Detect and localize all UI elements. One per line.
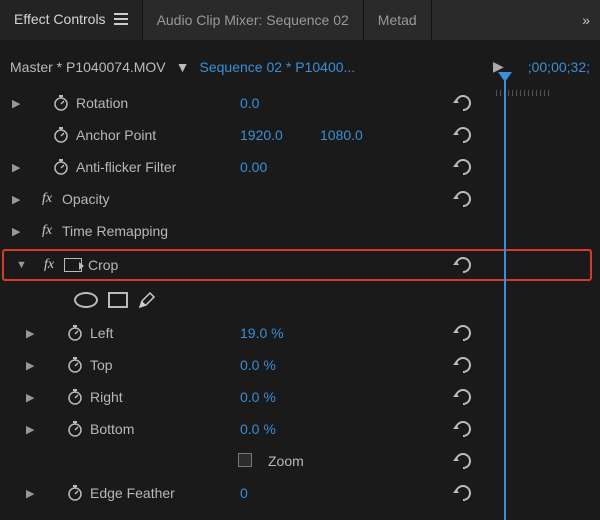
stopwatch-icon[interactable]: [66, 388, 84, 406]
reset-icon[interactable]: [452, 156, 474, 178]
ellipse-mask-icon[interactable]: [74, 292, 98, 308]
effect-bounds-icon[interactable]: [64, 258, 82, 272]
property-value[interactable]: 19.0 %: [240, 325, 284, 341]
property-bottom: ▶ ▶ Bottom 0.0 %: [0, 413, 600, 445]
property-value[interactable]: 0.0: [240, 95, 259, 111]
hamburger-icon[interactable]: [114, 13, 128, 25]
timeline-ruler[interactable]: [496, 80, 600, 96]
twirl-icon[interactable]: ▶: [12, 225, 26, 238]
panel-tabs: Effect Controls Audio Clip Mixer: Sequen…: [0, 0, 600, 40]
reset-icon[interactable]: [452, 124, 474, 146]
reset-icon[interactable]: [452, 254, 474, 276]
property-label: Top: [90, 357, 113, 373]
property-edge-feather: ▶ ▶ Edge Feather 0: [0, 477, 600, 509]
rect-mask-icon[interactable]: [108, 292, 128, 308]
property-anchor-point: ▶ Anchor Point 1920.0 1080.0: [0, 119, 600, 151]
reset-icon[interactable]: [452, 322, 474, 344]
tab-effect-controls[interactable]: Effect Controls: [0, 0, 143, 40]
effect-opacity: ▶ fx Opacity: [0, 183, 600, 215]
tab-label: Metad: [378, 12, 417, 28]
tab-audio-clip-mixer[interactable]: Audio Clip Mixer: Sequence 02: [143, 0, 364, 40]
pen-mask-icon[interactable]: [138, 291, 156, 309]
zoom-checkbox[interactable]: [238, 453, 252, 467]
property-label: Right: [90, 389, 123, 405]
stopwatch-icon[interactable]: [52, 94, 70, 112]
anchor-y-value[interactable]: 1080.0: [320, 127, 363, 143]
chevron-down-icon[interactable]: ▼: [176, 59, 190, 75]
effect-time-remapping: ▶ fx Time Remapping: [0, 215, 600, 247]
property-value[interactable]: 0.0 %: [240, 421, 276, 437]
stopwatch-icon[interactable]: [66, 324, 84, 342]
stopwatch-icon[interactable]: [52, 126, 70, 144]
twirl-icon[interactable]: ▶: [26, 423, 40, 436]
twirl-icon[interactable]: ▶: [26, 391, 40, 404]
tab-metadata[interactable]: Metad: [364, 0, 432, 40]
property-antiflicker: ▶ Anti-flicker Filter 0.00: [0, 151, 600, 183]
master-clip-label[interactable]: Master * P1040074.MOV: [10, 59, 166, 75]
effects-list: ▶ Rotation 0.0 ▶ Anchor Point 1920.0 108…: [0, 83, 600, 513]
stopwatch-icon[interactable]: [66, 420, 84, 438]
property-value[interactable]: 0: [240, 485, 248, 501]
reset-icon[interactable]: [452, 418, 474, 440]
property-top: ▶ ▶ Top 0.0 %: [0, 349, 600, 381]
property-label: Bottom: [90, 421, 134, 437]
sequence-clip-label[interactable]: Sequence 02 * P10400...: [200, 59, 356, 75]
reset-icon[interactable]: [452, 482, 474, 504]
twirl-icon[interactable]: ▶: [26, 327, 40, 340]
effect-label: Crop: [88, 257, 118, 273]
twirl-icon[interactable]: ▶: [12, 161, 26, 174]
property-label: Edge Feather: [90, 485, 175, 501]
reset-icon[interactable]: [452, 354, 474, 376]
tab-label: Effect Controls: [14, 11, 106, 27]
stopwatch-icon[interactable]: [66, 484, 84, 502]
twirl-down-icon[interactable]: ▼: [16, 259, 30, 271]
timecode[interactable]: ;00;00;32;: [514, 59, 590, 75]
property-zoom: ▶ ▶ Zoom: [0, 445, 600, 477]
property-value[interactable]: 0.0 %: [240, 389, 276, 405]
reset-icon[interactable]: [452, 92, 474, 114]
property-value[interactable]: 0.00: [240, 159, 267, 175]
playhead[interactable]: [504, 72, 506, 520]
property-left: ▶ ▶ Left 19.0 %: [0, 317, 600, 349]
twirl-icon[interactable]: ▶: [12, 193, 26, 206]
reset-icon[interactable]: [452, 188, 474, 210]
property-value[interactable]: 0.0 %: [240, 357, 276, 373]
fx-icon[interactable]: fx: [38, 191, 56, 207]
property-label: Left: [90, 325, 113, 341]
anchor-x-value[interactable]: 1920.0: [240, 127, 283, 143]
stopwatch-icon[interactable]: [52, 158, 70, 176]
property-right: ▶ ▶ Right 0.0 %: [0, 381, 600, 413]
twirl-icon[interactable]: ▶: [12, 97, 26, 110]
property-label: Rotation: [76, 95, 128, 111]
property-label: Zoom: [268, 453, 304, 469]
twirl-icon[interactable]: ▶: [26, 359, 40, 372]
reset-icon[interactable]: [452, 386, 474, 408]
twirl-icon[interactable]: ▶: [26, 487, 40, 500]
mask-shape-toolbar: [0, 283, 600, 317]
effect-label: Time Remapping: [62, 223, 168, 239]
tab-label: Audio Clip Mixer: Sequence 02: [157, 12, 349, 28]
property-label: Anti-flicker Filter: [76, 159, 176, 175]
effect-label: Opacity: [62, 191, 109, 207]
fx-icon[interactable]: fx: [40, 257, 58, 273]
reset-icon[interactable]: [452, 450, 474, 472]
stopwatch-icon[interactable]: [66, 356, 84, 374]
tab-overflow-icon[interactable]: »: [572, 0, 600, 40]
property-label: Anchor Point: [76, 127, 156, 143]
fx-icon[interactable]: fx: [38, 223, 56, 239]
